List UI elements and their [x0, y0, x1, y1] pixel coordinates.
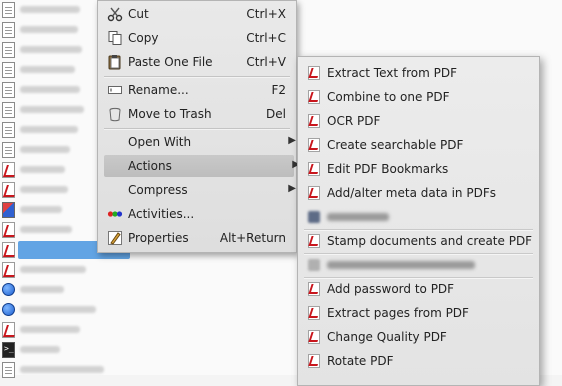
submenu-item-label: Add password to PDF [327, 282, 455, 296]
submenu-item-ocr-pdf[interactable]: OCR PDF [298, 110, 539, 132]
redacted-icon [308, 211, 320, 223]
pdf-icon [308, 282, 320, 296]
text-file-icon [2, 62, 15, 78]
pdf-icon [308, 66, 320, 80]
menu-item-properties[interactable]: Properties Alt+Return [98, 227, 296, 249]
pdf-file-icon [2, 242, 15, 258]
menu-separator [104, 76, 290, 78]
image-file-icon [2, 202, 15, 218]
shortcut-label: Ctrl+V [246, 55, 286, 69]
menu-item-label: Open With [128, 135, 192, 149]
menu-item-label: Properties [128, 231, 189, 245]
script-file-icon [2, 342, 15, 358]
pdf-icon [308, 354, 320, 368]
submenu-item-label: OCR PDF [327, 114, 381, 128]
text-file-icon [2, 42, 15, 58]
text-file-icon [2, 142, 15, 158]
activities-icon [107, 206, 123, 222]
pdf-file-icon [2, 182, 15, 198]
submenu-item-label: Stamp documents and create PDF [327, 234, 533, 248]
pdf-icon [308, 186, 320, 200]
context-menu: Cut Ctrl+X Copy Ctrl+C Paste One File Ct… [97, 0, 300, 253]
submenu-item-searchable-pdf[interactable]: Create searchable PDF [298, 134, 539, 156]
menu-item-label: Copy [128, 31, 159, 45]
menu-item-label: Move to Trash [128, 107, 212, 121]
shortcut-label: Del [266, 107, 286, 121]
shortcut-label: Ctrl+C [246, 31, 286, 45]
menu-separator [104, 128, 290, 130]
submenu-item-rotate-pdf[interactable]: Rotate PDF [298, 350, 539, 372]
menu-item-move-to-trash[interactable]: Move to Trash Del [98, 103, 296, 125]
menu-item-open-with[interactable]: Open With ▶ [98, 131, 296, 153]
menu-item-activities[interactable]: Activities... [98, 203, 296, 225]
menu-item-label: Cut [128, 7, 149, 21]
submenu-item-label: Extract Text from PDF [327, 66, 457, 80]
submenu-item-label: Edit PDF Bookmarks [327, 162, 449, 176]
submenu-item-extract-text[interactable]: Extract Text from PDF [298, 62, 539, 84]
pdf-icon [308, 114, 320, 128]
redacted-icon [308, 259, 320, 271]
trash-icon [107, 106, 123, 122]
submenu-item-meta-data[interactable]: Add/alter meta data in PDFs [298, 182, 539, 204]
submenu-item-label: Create searchable PDF [327, 138, 464, 152]
text-file-icon [2, 362, 15, 378]
chevron-right-icon: ▶ [288, 135, 296, 146]
html-file-icon [2, 303, 15, 316]
menu-item-cut[interactable]: Cut Ctrl+X [98, 3, 296, 25]
pdf-icon [308, 90, 320, 104]
menu-item-label: Compress [128, 183, 188, 197]
scissors-icon [107, 6, 123, 22]
pdf-icon [308, 138, 320, 152]
redacted-label [327, 261, 475, 269]
html-file-icon [2, 283, 15, 296]
shortcut-label: F2 [271, 83, 286, 97]
submenu-item-combine-pdf[interactable]: Combine to one PDF [298, 86, 539, 108]
menu-item-compress[interactable]: Compress ▶ [98, 179, 296, 201]
submenu-item-redacted[interactable] [298, 206, 539, 228]
pdf-file-icon [2, 162, 15, 178]
menu-item-paste[interactable]: Paste One File Ctrl+V [98, 51, 296, 73]
text-file-icon [2, 22, 15, 38]
submenu-item-label: Change Quality PDF [327, 330, 447, 344]
redacted-label [327, 213, 389, 221]
pdf-icon [308, 306, 320, 320]
copy-icon [107, 30, 123, 46]
submenu-item-edit-bookmarks[interactable]: Edit PDF Bookmarks [298, 158, 539, 180]
submenu-item-stamp-documents[interactable]: Stamp documents and create PDF [298, 230, 539, 252]
menu-item-actions[interactable]: Actions ▶ [104, 155, 300, 177]
text-file-icon [2, 82, 15, 98]
menu-item-label: Activities... [128, 207, 195, 221]
menu-item-label: Rename... [128, 83, 189, 97]
text-file-icon [2, 2, 15, 18]
shortcut-label: Ctrl+X [246, 7, 286, 21]
text-file-icon [2, 102, 15, 118]
submenu-item-change-quality[interactable]: Change Quality PDF [298, 326, 539, 348]
submenu-item-label: Rotate PDF [327, 354, 394, 368]
actions-submenu: Extract Text from PDF Combine to one PDF… [297, 56, 540, 386]
menu-item-rename[interactable]: Rename... F2 [98, 79, 296, 101]
submenu-item-redacted[interactable] [298, 254, 539, 276]
chevron-right-icon: ▶ [288, 183, 296, 194]
menu-item-label: Paste One File [128, 55, 213, 69]
submenu-item-label: Add/alter meta data in PDFs [327, 186, 496, 200]
submenu-item-label: Extract pages from PDF [327, 306, 469, 320]
submenu-item-extract-pages[interactable]: Extract pages from PDF [298, 302, 539, 324]
text-file-icon [2, 122, 15, 138]
pdf-file-icon [2, 322, 15, 338]
pdf-icon [308, 162, 320, 176]
submenu-item-label: Combine to one PDF [327, 90, 450, 104]
pdf-icon [308, 330, 320, 344]
properties-icon [107, 230, 123, 246]
paste-icon [107, 54, 123, 70]
pdf-file-icon [2, 222, 15, 238]
menu-item-label: Actions [128, 159, 172, 173]
submenu-item-add-password[interactable]: Add password to PDF [298, 278, 539, 300]
shortcut-label: Alt+Return [219, 231, 286, 245]
pdf-file-icon [2, 262, 15, 278]
menu-item-copy[interactable]: Copy Ctrl+C [98, 27, 296, 49]
rename-icon [107, 82, 123, 98]
pdf-icon [308, 234, 320, 248]
